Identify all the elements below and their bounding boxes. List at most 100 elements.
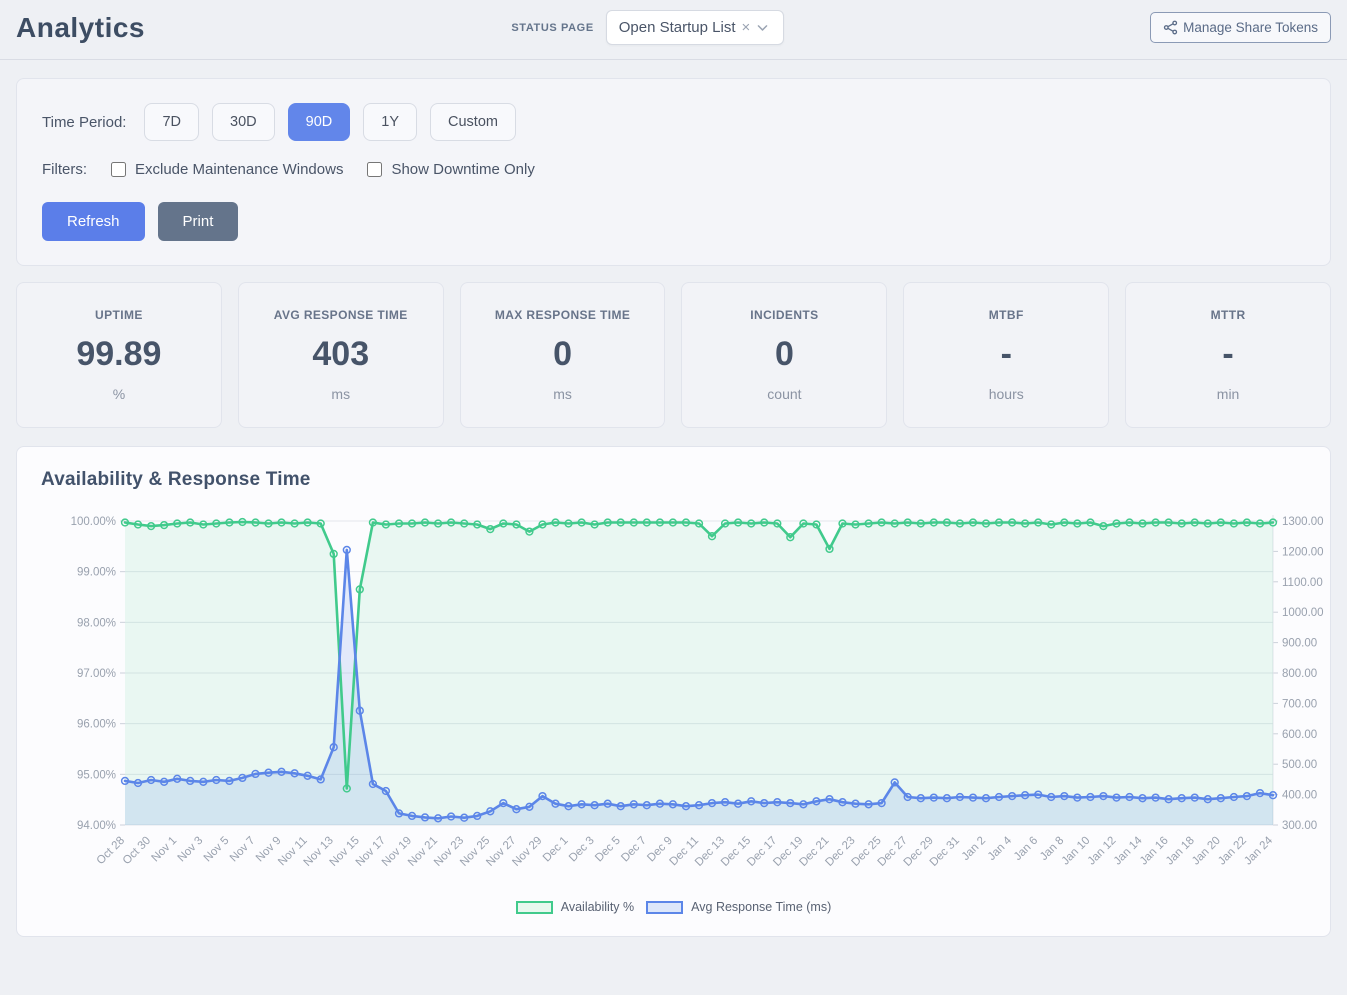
svg-text:Dec 7: Dec 7: [619, 835, 649, 865]
stat-label: MAX RESPONSE TIME: [467, 308, 659, 322]
filters-label: Filters:: [42, 161, 87, 178]
stat-value: -: [910, 335, 1102, 374]
svg-text:Jan 10: Jan 10: [1060, 835, 1093, 868]
checkbox-label: Exclude Maintenance Windows: [135, 161, 343, 178]
svg-text:Nov 5: Nov 5: [202, 835, 232, 865]
svg-text:900.00: 900.00: [1282, 638, 1317, 650]
legend-item-avg-response-time-ms[interactable]: Avg Response Time (ms): [646, 900, 831, 914]
period-button-90d[interactable]: 90D: [288, 103, 351, 141]
chart-card: Availability & Response Time 100.00% 99.0…: [16, 446, 1331, 937]
checkbox-label: Show Downtime Only: [391, 161, 534, 178]
svg-text:Jan 20: Jan 20: [1190, 835, 1223, 868]
svg-text:400.00: 400.00: [1282, 790, 1317, 802]
stat-unit: min: [1132, 386, 1324, 402]
stat-value: 403: [245, 335, 437, 374]
stat-value: 0: [688, 335, 880, 374]
stat-unit: ms: [467, 386, 659, 402]
svg-text:1100.00: 1100.00: [1282, 577, 1323, 589]
stat-value: -: [1132, 335, 1324, 374]
stats-row: UPTIME99.89%AVG RESPONSE TIME403msMAX RE…: [16, 282, 1331, 428]
time-period-buttons: 7D 30D 90D 1Y Custom: [144, 103, 515, 141]
filter-checkboxes: Exclude Maintenance Windows Show Downtime…: [111, 161, 535, 178]
stat-label: INCIDENTS: [688, 308, 880, 322]
svg-text:98.00%: 98.00%: [77, 617, 116, 629]
svg-text:Jan 2: Jan 2: [960, 835, 988, 863]
availability-response-chart: 100.00% 99.00% 98.00% 97.00% 96.00% 95.00% 94.…: [41, 507, 1331, 889]
stat-card-uptime: UPTIME 99.89%: [16, 282, 222, 428]
stat-value: 0: [467, 335, 659, 374]
stat-card-incidents: INCIDENTS 0 count: [681, 282, 887, 428]
period-button-1y[interactable]: 1Y: [363, 103, 417, 141]
share-icon: [1163, 20, 1178, 35]
svg-text:1300.00: 1300.00: [1282, 516, 1324, 528]
manage-share-tokens-label: Manage Share Tokens: [1183, 20, 1318, 35]
stat-card-avg-response-time: AVG RESPONSE TIME 403 ms: [238, 282, 444, 428]
period-button-30d[interactable]: 30D: [212, 103, 275, 141]
chart-title: Availability & Response Time: [41, 469, 1306, 491]
legend-item-availability[interactable]: Availability %: [516, 900, 634, 914]
print-button[interactable]: Print: [158, 202, 239, 241]
svg-text:Nov 3: Nov 3: [176, 835, 206, 865]
stat-label: UPTIME: [23, 308, 215, 322]
stat-label: AVG RESPONSE TIME: [245, 308, 437, 322]
manage-share-tokens-button[interactable]: Manage Share Tokens: [1150, 12, 1331, 43]
svg-text:Jan 16: Jan 16: [1138, 835, 1171, 868]
legend-swatch: [646, 901, 683, 914]
stat-unit: %: [23, 386, 215, 402]
filter-panel: Time Period: 7D 30D 90D 1Y Custom Filters: E…: [16, 78, 1331, 266]
svg-text:600.00: 600.00: [1282, 729, 1317, 741]
svg-text:Jan 4: Jan 4: [986, 834, 1015, 863]
svg-text:700.00: 700.00: [1282, 698, 1317, 710]
svg-text:Dec 5: Dec 5: [593, 835, 623, 865]
status-page-label: STATUS PAGE: [511, 22, 593, 34]
legend-label: Availability %: [561, 900, 634, 914]
checkbox-input[interactable]: [111, 162, 126, 177]
refresh-button[interactable]: Refresh: [42, 202, 145, 241]
stat-card-mttr: MTTR - min: [1125, 282, 1331, 428]
svg-text:Jan 12: Jan 12: [1086, 835, 1119, 868]
svg-text:Nov 1: Nov 1: [150, 835, 180, 865]
checkbox-show-downtime-only[interactable]: Show Downtime Only: [367, 161, 534, 178]
svg-text:99.00%: 99.00%: [77, 567, 116, 579]
svg-text:1000.00: 1000.00: [1282, 607, 1324, 619]
svg-text:94.00%: 94.00%: [77, 820, 116, 832]
svg-text:Jan 6: Jan 6: [1012, 835, 1040, 863]
status-page-value: Open Startup List: [619, 19, 736, 36]
stat-unit: count: [688, 386, 880, 402]
checkbox-exclude-maintenance-windows[interactable]: Exclude Maintenance Windows: [111, 161, 343, 178]
svg-text:Dec 31: Dec 31: [928, 835, 962, 869]
status-page-group: STATUS PAGE Open Startup List ×: [511, 10, 783, 45]
svg-text:Nov 7: Nov 7: [228, 835, 258, 865]
legend-label: Avg Response Time (ms): [691, 900, 831, 914]
stat-card-max-response-time: MAX RESPONSE TIME 0 ms: [460, 282, 666, 428]
svg-text:Jan 22: Jan 22: [1216, 835, 1249, 868]
chart-legend: Availability % Avg Response Time (ms): [41, 894, 1306, 924]
stat-card-mtbf: MTBF - hours: [903, 282, 1109, 428]
svg-text:Oct 28: Oct 28: [95, 835, 127, 867]
period-button-7d[interactable]: 7D: [144, 103, 199, 141]
svg-text:Nov 29: Nov 29: [510, 835, 544, 869]
svg-text:96.00%: 96.00%: [77, 719, 116, 731]
svg-text:Dec 3: Dec 3: [567, 835, 597, 865]
legend-swatch: [516, 901, 553, 914]
svg-text:Jan 24: Jan 24: [1242, 834, 1275, 867]
svg-text:300.00: 300.00: [1282, 820, 1317, 832]
checkbox-input[interactable]: [367, 162, 382, 177]
chevron-down-icon[interactable]: [756, 21, 769, 34]
stat-value: 99.89: [23, 335, 215, 374]
svg-text:500.00: 500.00: [1282, 759, 1317, 771]
svg-text:100.00%: 100.00%: [71, 516, 116, 528]
svg-text:Dec 1: Dec 1: [541, 835, 571, 865]
stat-label: MTBF: [910, 308, 1102, 322]
clear-icon[interactable]: ×: [742, 19, 751, 36]
svg-text:Oct 30: Oct 30: [121, 835, 153, 867]
svg-text:95.00%: 95.00%: [77, 769, 116, 781]
stat-unit: ms: [245, 386, 437, 402]
status-page-select[interactable]: Open Startup List ×: [606, 10, 784, 45]
svg-text:97.00%: 97.00%: [77, 668, 116, 680]
period-button-custom[interactable]: Custom: [430, 103, 516, 141]
svg-text:800.00: 800.00: [1282, 668, 1317, 680]
stat-unit: hours: [910, 386, 1102, 402]
time-period-label: Time Period:: [42, 114, 126, 131]
stat-label: MTTR: [1132, 308, 1324, 322]
